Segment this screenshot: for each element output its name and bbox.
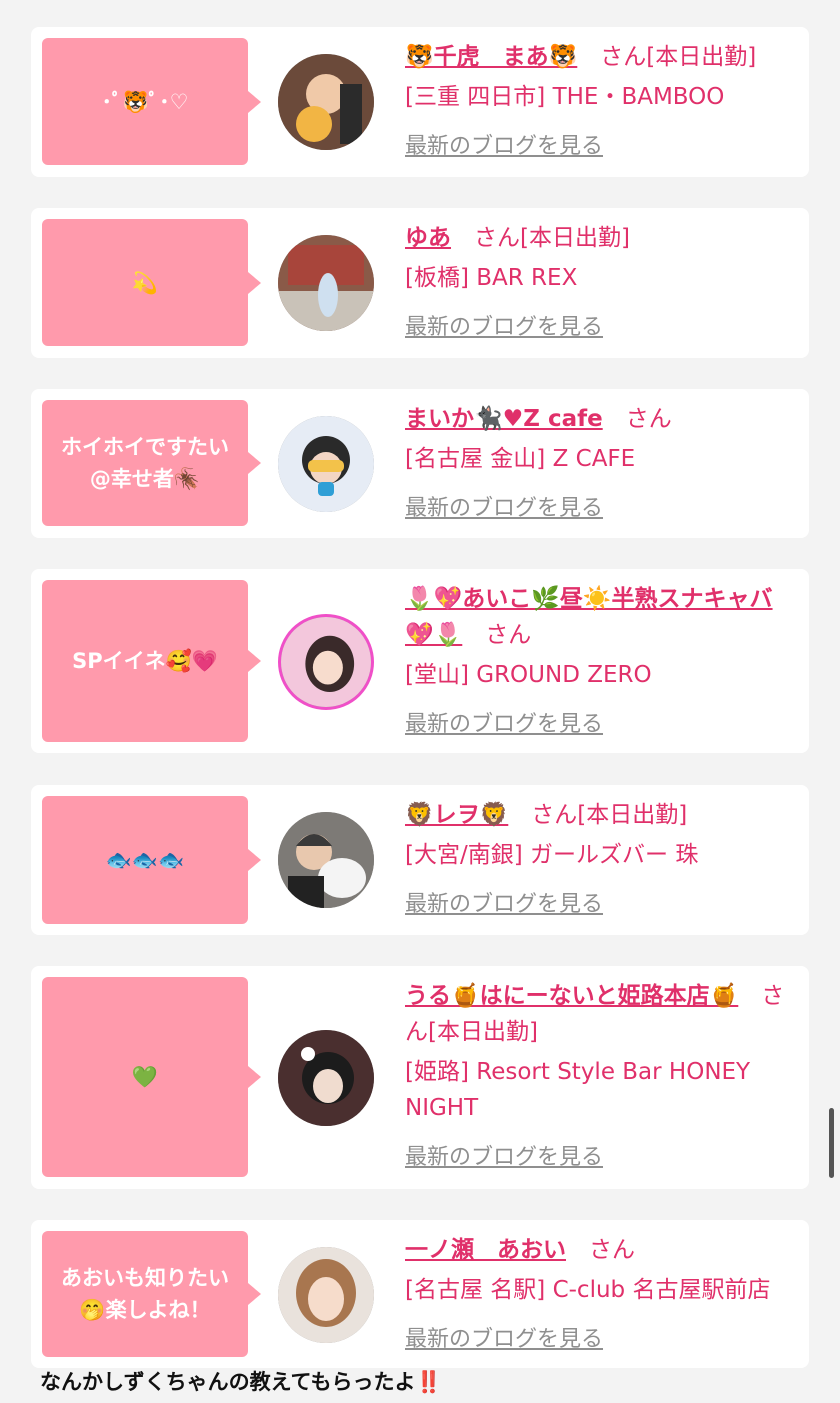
comment-bubble: ホイホイですたい @幸せ者🪳 — [42, 400, 261, 526]
cast-name-link[interactable]: 🌷💖あいこ🌿昼☀️半熟スナキャバ💖🌷 — [405, 586, 773, 648]
comment-bubble: あおいも知りたい 🤭楽しよね！ — [42, 1231, 261, 1357]
list-item: ･ﾟ🐯ﾟ･♡ 🐯千虎 まあ🐯 さん[本日出勤] [三重 四日市] THE・BAM… — [31, 27, 809, 177]
shop-label: [板橋] BAR REX — [405, 265, 578, 291]
avatar[interactable] — [278, 614, 374, 710]
cast-name-link[interactable]: まいか🐈‍⬛♥Z cafe — [405, 406, 603, 432]
comment-bubble: SPイイネ🥰💗 — [42, 580, 261, 742]
blog-link[interactable]: 最新のブログを見る — [405, 1140, 795, 1176]
shop-label: [名古屋 金山] Z CAFE — [405, 446, 636, 472]
cast-status: さん[本日出勤] — [531, 802, 688, 828]
cast-status: さん — [485, 622, 532, 648]
list-item: 💚 うる🍯はにーないと姫路本店🍯 さん[本日出勤] [姫路] Resort St… — [31, 966, 809, 1189]
scrollbar[interactable] — [829, 1108, 834, 1178]
shop-label: [堂山] GROUND ZERO — [405, 662, 652, 688]
blog-link[interactable]: 最新のブログを見る — [405, 129, 795, 165]
blog-link[interactable]: 最新のブログを見る — [405, 707, 795, 743]
comment-bubble: 🐟🐟🐟 — [42, 796, 261, 924]
avatar[interactable] — [278, 1030, 374, 1126]
avatar[interactable] — [278, 812, 374, 908]
cast-name-link[interactable]: うる🍯はにーないと姫路本店🍯 — [405, 983, 738, 1009]
shop-label: [名古屋 名駅] C-club 名古屋駅前店 — [405, 1277, 771, 1303]
comment-bubble: 💚 — [42, 977, 261, 1177]
comment-bubble: ･ﾟ🐯ﾟ･♡ — [42, 38, 261, 165]
blog-link[interactable]: 最新のブログを見る — [405, 887, 795, 923]
cast-name-link[interactable]: 🦁レヲ🦁 — [405, 802, 508, 828]
cast-status: さん — [625, 406, 672, 432]
footer-comment: なんかしずくちゃんの教えてもらったよ‼️ — [40, 1370, 442, 1394]
blog-link[interactable]: 最新のブログを見る — [405, 310, 795, 346]
list-item: あおいも知りたい 🤭楽しよね！ 一ノ瀬 あおい さん [名古屋 名駅] C-cl… — [31, 1220, 809, 1368]
cast-name-link[interactable]: ゆあ — [405, 225, 451, 251]
list-item: 💫 ゆあ さん[本日出勤] [板橋] BAR REX 最新のブログを見る — [31, 208, 809, 358]
comment-bubble: 💫 — [42, 219, 261, 346]
shop-label: [大宮/南銀] ガールズバー 珠 — [405, 842, 699, 868]
list-item: ホイホイですたい @幸せ者🪳 まいか🐈‍⬛♥Z cafe さん [名古屋 金山]… — [31, 389, 809, 538]
avatar[interactable] — [278, 54, 374, 150]
avatar[interactable] — [278, 235, 374, 331]
cast-name-link[interactable]: 一ノ瀬 あおい — [405, 1237, 566, 1263]
list-item: SPイイネ🥰💗 🌷💖あいこ🌿昼☀️半熟スナキャバ💖🌷 さん [堂山] GROUN… — [31, 569, 809, 753]
cast-status: さん — [589, 1237, 635, 1263]
blog-link[interactable]: 最新のブログを見る — [405, 1322, 795, 1358]
avatar[interactable] — [278, 416, 374, 512]
cast-name-link[interactable]: 🐯千虎 まあ🐯 — [405, 44, 577, 70]
shop-label: [三重 四日市] THE・BAMBOO — [405, 84, 725, 110]
shop-label: [姫路] Resort Style Bar HONEY NIGHT — [405, 1059, 751, 1121]
list-item: 🐟🐟🐟 🦁レヲ🦁 さん[本日出勤] [大宮/南銀] ガールズバー 珠 最新のブロ… — [31, 785, 809, 935]
avatar[interactable] — [278, 1247, 374, 1343]
cast-status: さん[本日出勤] — [474, 225, 630, 251]
blog-link[interactable]: 最新のブログを見る — [405, 491, 795, 527]
cast-status: さん[本日出勤] — [600, 44, 757, 70]
